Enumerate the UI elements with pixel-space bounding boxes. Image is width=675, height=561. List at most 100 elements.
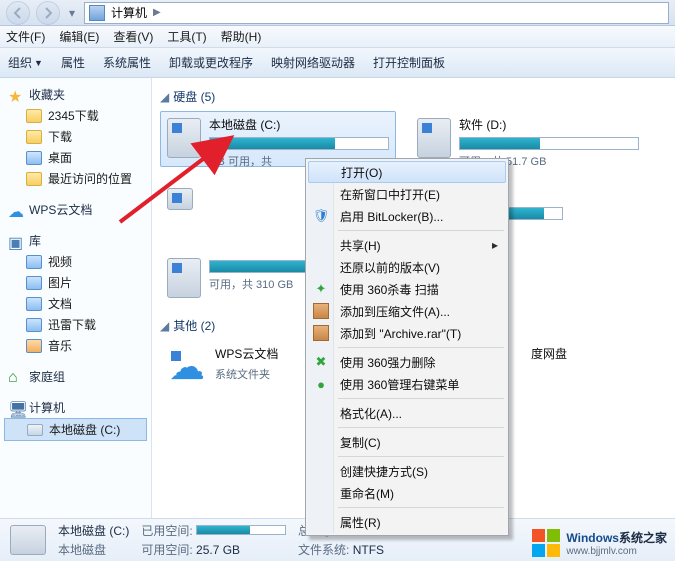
details-name: 本地磁盘 (C:) xyxy=(58,522,129,539)
menu-file[interactable]: 文件(F) xyxy=(6,28,45,45)
folder-icon xyxy=(26,172,42,186)
download-icon xyxy=(26,318,42,332)
folder-icon xyxy=(26,130,42,144)
collapse-icon: ◢ xyxy=(160,90,169,104)
nav-wps-cloud[interactable]: ☁WPS云文档 xyxy=(4,199,147,220)
ctx-force-delete[interactable]: ✖使用 360强力删除 xyxy=(308,351,506,373)
cmd-properties[interactable]: 属性 xyxy=(61,54,85,71)
drive-label: 本地磁盘 (C:) xyxy=(209,116,389,133)
separator xyxy=(338,427,504,428)
shield-icon: 🛡 xyxy=(313,208,329,224)
usage-bar xyxy=(209,137,389,150)
nav-lib-item[interactable]: 图片 xyxy=(4,272,147,293)
cmd-map-drive[interactable]: 映射网络驱动器 xyxy=(271,54,355,71)
arrow-right-icon xyxy=(42,7,54,19)
cmd-system-properties[interactable]: 系统属性 xyxy=(103,54,151,71)
ctx-360-scan[interactable]: ✦使用 360杀毒 扫描 xyxy=(308,278,506,300)
details-free: 25.7 GB xyxy=(196,543,240,557)
ctx-rename[interactable]: 重命名(M) xyxy=(308,482,506,504)
menubar: 文件(F) 编辑(E) 查看(V) 工具(T) 帮助(H) xyxy=(0,26,675,48)
ctx-add-archive[interactable]: 添加到压缩文件(A)... xyxy=(308,300,506,322)
homegroup-icon: ⌂ xyxy=(8,369,24,385)
nav-forward-button[interactable] xyxy=(36,1,60,25)
other-wps[interactable]: ☁ WPS云文档 系统文件夹 xyxy=(160,340,320,396)
nav-back-button[interactable] xyxy=(6,1,30,25)
nav-favorites[interactable]: ★收藏夹 xyxy=(4,84,147,105)
nav-history-dropdown[interactable]: ▾ xyxy=(66,6,78,20)
drive-icon xyxy=(10,525,46,555)
nav-fav-item[interactable]: 2345下载 xyxy=(4,105,147,126)
document-icon xyxy=(26,297,42,311)
ctx-restore-versions[interactable]: 还原以前的版本(V) xyxy=(308,256,506,278)
menu-view[interactable]: 查看(V) xyxy=(113,28,153,45)
drive-icon xyxy=(27,424,43,436)
separator xyxy=(338,398,504,399)
nav-fav-item[interactable]: 最近访问的位置 xyxy=(4,168,147,189)
nav-homegroup[interactable]: ⌂家庭组 xyxy=(4,366,147,387)
drive-label: 软件 (D:) xyxy=(459,116,639,133)
breadcrumb-separator[interactable]: ▶ xyxy=(153,7,161,18)
nav-lib-item[interactable]: 视频 xyxy=(4,251,147,272)
section-hard-disks[interactable]: ◢硬盘 (5) xyxy=(160,88,667,105)
drive-icon xyxy=(417,118,451,158)
nav-computer-item[interactable]: 本地磁盘 (C:) xyxy=(4,418,147,441)
nav-lib-item[interactable]: 迅雷下载 xyxy=(4,314,147,335)
ctx-properties[interactable]: 属性(R) xyxy=(308,511,506,533)
ctx-format[interactable]: 格式化(A)... xyxy=(308,402,506,424)
menu-tools[interactable]: 工具(T) xyxy=(167,28,206,45)
computer-icon: 🖥 xyxy=(8,400,24,416)
folder-icon xyxy=(26,109,42,123)
address-bar[interactable]: 计算机 ▶ xyxy=(84,2,669,24)
archive-icon xyxy=(313,325,329,341)
ctx-360-manage-menu[interactable]: ●使用 360管理右键菜单 xyxy=(308,373,506,395)
other-label: WPS云文档 xyxy=(215,345,313,362)
nav-fav-item[interactable]: 下载 xyxy=(4,126,147,147)
nav-lib-item[interactable]: 音乐 xyxy=(4,335,147,356)
delete-icon: ✖ xyxy=(313,354,329,370)
other-sub: 系统文件夹 xyxy=(215,366,313,382)
music-icon xyxy=(26,339,42,353)
collapse-icon: ◢ xyxy=(160,319,169,333)
other-baidu[interactable]: 度网盘 xyxy=(524,340,644,396)
separator xyxy=(338,230,504,231)
windows-logo-icon xyxy=(532,529,560,557)
video-icon xyxy=(26,255,42,269)
details-type: 本地磁盘 xyxy=(58,541,129,558)
separator xyxy=(338,507,504,508)
drive-icon xyxy=(167,258,201,298)
scan-icon: ✦ xyxy=(313,281,329,297)
drive-icon xyxy=(167,188,193,210)
usage-bar xyxy=(459,137,639,150)
cloud-icon: ☁ xyxy=(167,347,207,387)
details-fs: NTFS xyxy=(353,543,384,557)
navigation-pane: ★收藏夹 2345下载 下载 桌面 最近访问的位置 ☁WPS云文档 ▣库 视频 … xyxy=(0,78,152,518)
watermark-url: www.bjjmlv.com xyxy=(566,546,667,557)
image-icon xyxy=(26,276,42,290)
ctx-bitlocker[interactable]: 🛡启用 BitLocker(B)... xyxy=(308,205,506,227)
library-icon: ▣ xyxy=(8,233,24,249)
separator xyxy=(338,347,504,348)
ctx-share[interactable]: 共享(H)▸ xyxy=(308,234,506,256)
command-bar: 组织 ▼ 属性 系统属性 卸载或更改程序 映射网络驱动器 打开控制面板 xyxy=(0,48,675,78)
nav-computer[interactable]: 🖥计算机 xyxy=(4,397,147,418)
drive-icon xyxy=(167,118,201,158)
ctx-copy[interactable]: 复制(C) xyxy=(308,431,506,453)
watermark: Windows系统之家 www.bjjmlv.com xyxy=(532,529,667,557)
breadcrumb-item[interactable]: 计算机 xyxy=(111,4,147,21)
ctx-open[interactable]: 打开(O) xyxy=(308,161,506,183)
ctx-open-new-window[interactable]: 在新窗口中打开(E) xyxy=(308,183,506,205)
usage-bar xyxy=(196,525,286,535)
arrow-left-icon xyxy=(12,7,24,19)
nav-fav-item[interactable]: 桌面 xyxy=(4,147,147,168)
cmd-uninstall[interactable]: 卸载或更改程序 xyxy=(169,54,253,71)
ctx-add-rar[interactable]: 添加到 "Archive.rar"(T) xyxy=(308,322,506,344)
menu-edit[interactable]: 编辑(E) xyxy=(59,28,99,45)
ctx-create-shortcut[interactable]: 创建快捷方式(S) xyxy=(308,460,506,482)
other-label: 度网盘 xyxy=(531,345,637,362)
nav-lib-item[interactable]: 文档 xyxy=(4,293,147,314)
cmd-control-panel[interactable]: 打开控制面板 xyxy=(373,54,445,71)
drive-partial[interactable] xyxy=(160,181,320,237)
cmd-organize[interactable]: 组织 ▼ xyxy=(8,54,43,71)
nav-libraries[interactable]: ▣库 xyxy=(4,230,147,251)
menu-help[interactable]: 帮助(H) xyxy=(221,28,262,45)
